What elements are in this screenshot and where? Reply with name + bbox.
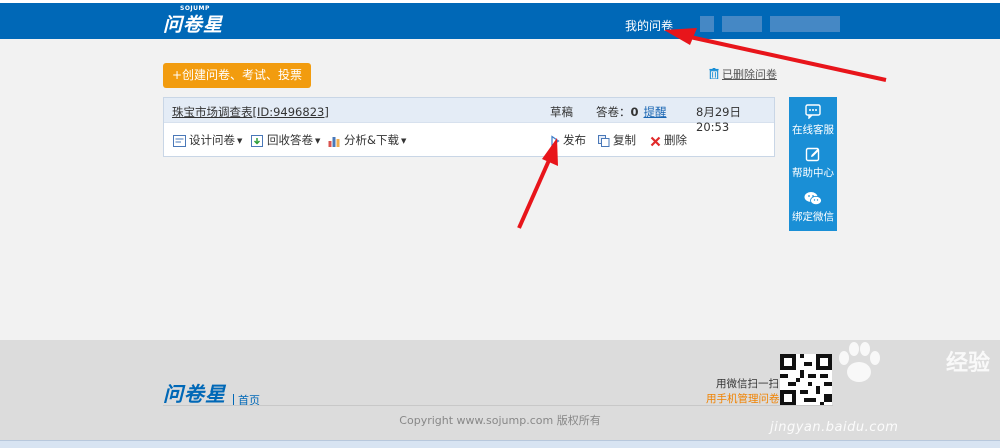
copy-button[interactable]: 复制 (598, 132, 636, 148)
answer-count: 答卷：0 提醒 (596, 104, 667, 120)
copy-label: 复制 (613, 133, 636, 147)
collect-icon (251, 135, 263, 147)
analysis-download-button[interactable]: 分析&下载 ▼ (328, 132, 406, 148)
online-service-label: 在线客服 (792, 124, 834, 136)
delete-label: 删除 (664, 133, 687, 147)
dropdown-caret-icon: ▼ (400, 137, 407, 145)
remind-link[interactable]: 提醒 (644, 105, 667, 119)
page-footer: 问卷星 首页 用微信扫一扫 用手机管理问卷 Copyright www.soju… (0, 340, 1000, 440)
site-logo[interactable]: 问卷星 (163, 10, 223, 37)
create-survey-button[interactable]: +创建问卷、考试、投票 (163, 63, 311, 88)
analysis-download-label: 分析&下载 (344, 133, 399, 147)
blurred-username (770, 16, 840, 32)
dropdown-caret-icon: ▼ (315, 137, 321, 145)
design-survey-label: 设计问卷 (189, 133, 235, 147)
blurred-username (700, 16, 714, 32)
qr-code (780, 354, 832, 406)
qr-code-image (780, 354, 832, 406)
online-service-button[interactable]: 在线客服 (789, 104, 837, 137)
footer-divider (163, 405, 833, 406)
survey-id: [ID:9496823] (252, 105, 329, 119)
watermark-site: jingyan.baidu.com (770, 420, 899, 435)
blurred-username (722, 16, 762, 32)
survey-actions: 设计问卷 ▼ 回收答卷 ▼ 分析&下载 ▼ 发布 复制 删除 (164, 123, 774, 156)
wechat-icon (804, 192, 822, 206)
bar-chart-icon (328, 137, 340, 147)
answer-count-label: 答卷： (596, 105, 631, 119)
collect-answers-label: 回收答卷 (267, 133, 313, 147)
help-center-button[interactable]: 帮助中心 (789, 147, 837, 180)
deleted-surveys-link[interactable]: 已删除问卷 (709, 66, 777, 82)
watermark-brand: 经验 (945, 351, 990, 376)
survey-card-header: 珠宝市场调查表[ID:9496823] 草稿 答卷：0 提醒 8月29日 20:5… (164, 98, 774, 134)
copy-icon (598, 135, 610, 147)
chat-bubble-icon (805, 104, 821, 119)
survey-title: 珠宝市场调查表 (172, 105, 253, 119)
publish-button[interactable]: 发布 (550, 132, 586, 148)
delete-button[interactable]: 删除 (650, 132, 687, 148)
mobile-manage-link[interactable]: 用手机管理问卷 (706, 391, 780, 406)
nav-my-surveys[interactable]: 我的问卷 (625, 17, 673, 34)
play-icon (551, 135, 560, 147)
survey-title-link[interactable]: 珠宝市场调查表[ID:9496823] (172, 104, 329, 120)
survey-status: 草稿 (550, 105, 573, 119)
top-header: SOJUMP 问卷星 我的问卷 (0, 3, 1000, 39)
close-icon (650, 136, 661, 147)
trash-icon (709, 68, 719, 79)
design-icon (173, 135, 186, 147)
main-content (0, 39, 1000, 340)
survey-card: 珠宝市场调查表[ID:9496823] 草稿 答卷：0 提醒 8月29日 20:5… (163, 97, 775, 157)
bind-wechat-label: 绑定微信 (792, 211, 834, 223)
dropdown-caret-icon: ▼ (237, 137, 243, 145)
design-survey-button[interactable]: 设计问卷 ▼ (173, 132, 242, 148)
help-center-label: 帮助中心 (792, 167, 834, 179)
publish-label: 发布 (563, 133, 586, 147)
answer-count-value: 0 (630, 105, 639, 119)
edit-icon (805, 147, 820, 162)
collect-answers-button[interactable]: 回收答卷 ▼ (251, 132, 320, 148)
watermark-paw-icon (839, 342, 880, 382)
bind-wechat-button[interactable]: 绑定微信 (789, 191, 837, 224)
side-service-panel: 在线客服 帮助中心 绑定微信 (789, 97, 837, 231)
wechat-scan-text: 用微信扫一扫 (716, 378, 779, 390)
deleted-surveys-label: 已删除问卷 (722, 68, 777, 81)
footer-logo[interactable]: 问卷星 (163, 378, 226, 407)
